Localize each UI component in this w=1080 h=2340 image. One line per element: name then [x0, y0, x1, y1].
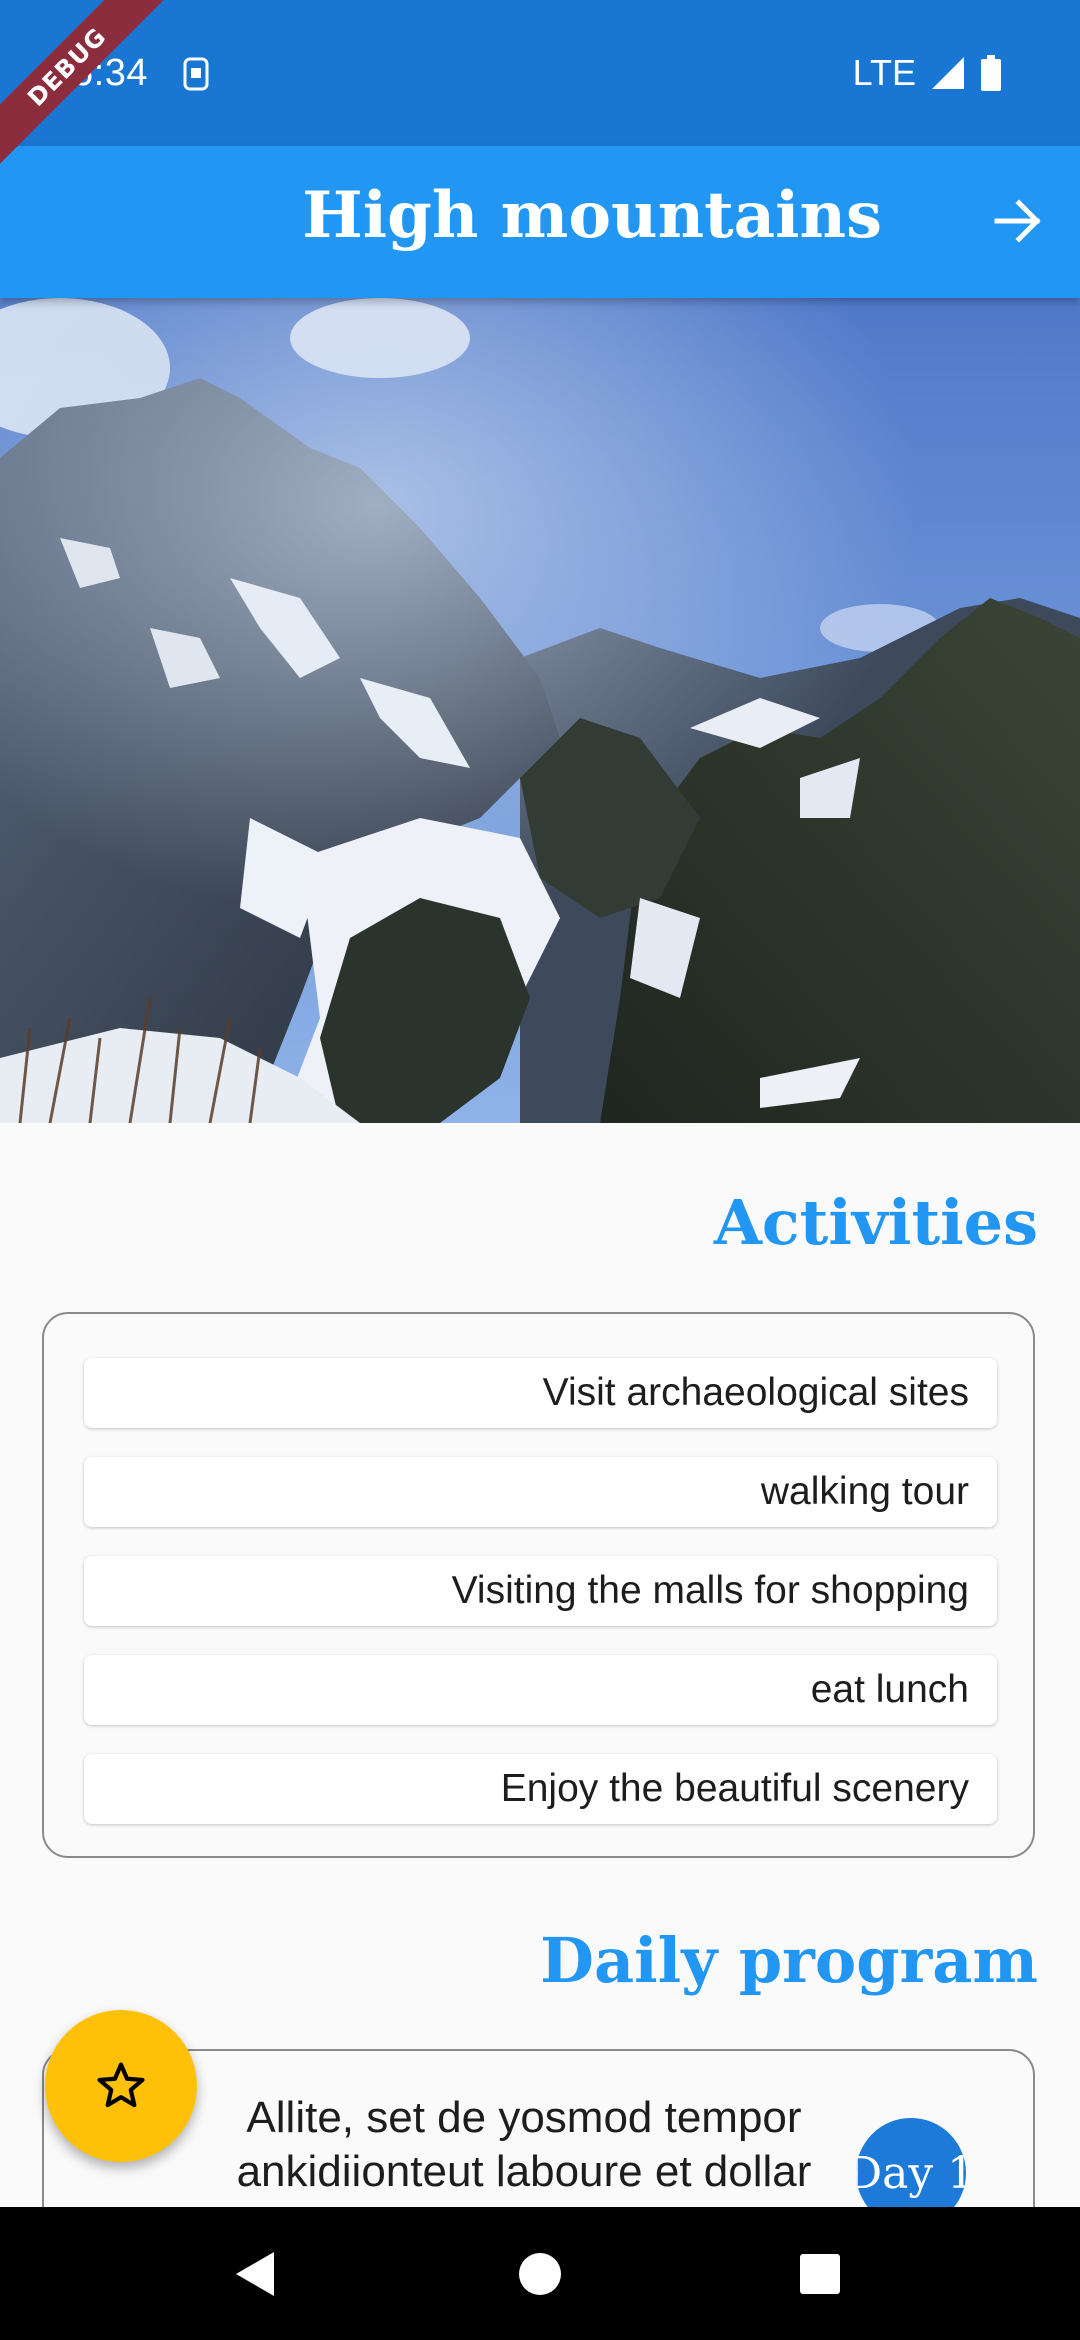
- star-outline-icon: [97, 2062, 145, 2108]
- activity-item[interactable]: Visit archaeological sites: [84, 1358, 997, 1428]
- favorite-fab[interactable]: [45, 2010, 197, 2162]
- activity-item[interactable]: Enjoy the beautiful scenery: [84, 1754, 997, 1824]
- status-indicators: LTE: [853, 52, 1002, 94]
- mountain-photo: [0, 298, 1080, 1123]
- sim-card-icon: [183, 57, 209, 91]
- daily-program-title: Daily program: [540, 1924, 1038, 1997]
- activity-item[interactable]: eat lunch: [84, 1655, 997, 1725]
- forward-button[interactable]: [986, 188, 1052, 254]
- daily-program-description: Allite, set de yosmod tempor ankidiionte…: [236, 2093, 812, 2196]
- recents-square-icon: [800, 2253, 840, 2294]
- home-circle-icon: [519, 2252, 561, 2295]
- screen: DEBUG 6:34 LTE High mountains Activities…: [0, 0, 1080, 2340]
- hero-image: [0, 298, 1080, 1123]
- network-type: LTE: [852, 52, 916, 93]
- status-bar: DEBUG 6:34 LTE: [0, 0, 1080, 171]
- activities-card: Visit archaeological sites walking tour …: [42, 1312, 1035, 1858]
- page-title: High mountains: [302, 178, 882, 253]
- system-nav-bar: [0, 2207, 1080, 2340]
- app-bar: High mountains: [0, 146, 1080, 298]
- arrow-right-icon: [994, 199, 1041, 243]
- back-button[interactable]: [196, 2207, 316, 2340]
- activities-title: Activities: [713, 1186, 1038, 1259]
- battery-icon: [981, 55, 1001, 91]
- recents-button[interactable]: [760, 2207, 880, 2340]
- home-button[interactable]: [480, 2207, 600, 2340]
- activity-item[interactable]: Visiting the malls for shopping: [84, 1556, 997, 1626]
- activity-item[interactable]: walking tour: [84, 1457, 997, 1527]
- back-triangle-icon: [236, 2251, 274, 2296]
- signal-icon: [932, 57, 964, 89]
